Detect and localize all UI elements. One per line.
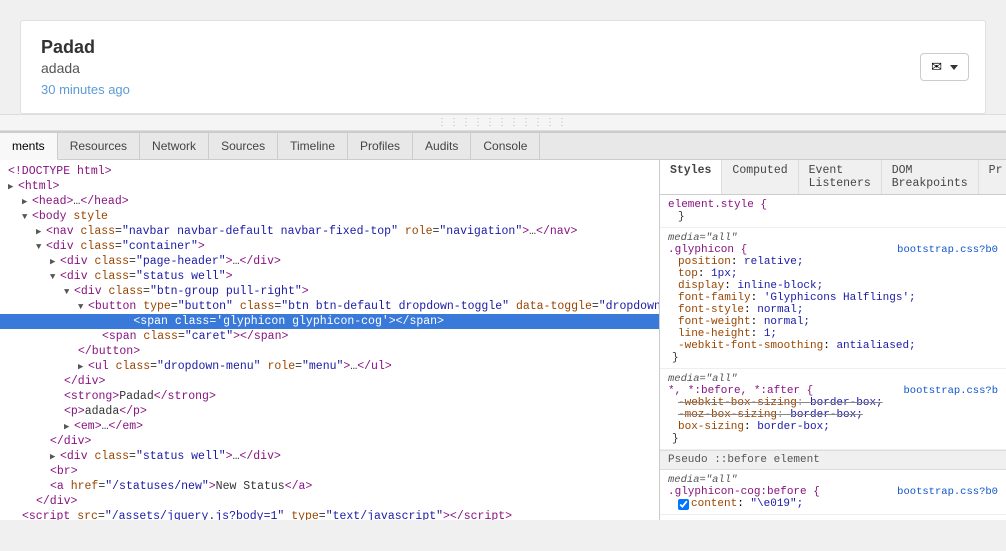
envelope-icon: ✉ bbox=[931, 59, 942, 75]
dom-line: ▼<div class="status well"> bbox=[0, 269, 659, 284]
tab-timeline[interactable]: Timeline bbox=[278, 133, 348, 159]
styles-source-pseudo[interactable]: bootstrap.css?b0 bbox=[897, 486, 998, 498]
styles-prop-webkit-box: -webkit-box-sizing: border-box; bbox=[678, 397, 883, 409]
styles-source-star[interactable]: bootstrap.css?b bbox=[903, 385, 998, 397]
tab-console[interactable]: Console bbox=[471, 133, 540, 159]
dom-line: <strong>Padad</strong> bbox=[0, 389, 659, 404]
dom-line: ▶<em>…</em> bbox=[0, 419, 659, 434]
devtools-tab-bar: ments Resources Network Sources Timeline… bbox=[0, 133, 1006, 160]
dom-line: <span class="caret"></span> bbox=[0, 329, 659, 344]
dom-line: ▼<button type="button" class="btn btn-de… bbox=[0, 299, 659, 314]
dom-line: ▶<head>…</head> bbox=[0, 194, 659, 209]
dom-line: ▶<ul class="dropdown-menu" role="menu">…… bbox=[0, 359, 659, 374]
styles-section-pseudo: media="all" .glyphicon-cog:before { boot… bbox=[660, 470, 1006, 515]
styles-tab-dom-breakpoints[interactable]: DOM Breakpoints bbox=[882, 160, 979, 194]
styles-tab-bar: Styles Computed Event Listeners DOM Brea… bbox=[660, 160, 1006, 195]
dom-line: <a href="/statuses/new">New Status</a> bbox=[0, 479, 659, 494]
dom-line: <p>adada</p> bbox=[0, 404, 659, 419]
styles-selector-pseudo: .glyphicon-cog:before { bbox=[668, 486, 820, 498]
caret-icon bbox=[950, 65, 958, 70]
profile-action-button[interactable]: ✉ bbox=[920, 53, 969, 81]
dom-line-selected[interactable]: <span class='glyphicon glyphicon-cog'></… bbox=[0, 314, 659, 329]
tab-audits[interactable]: Audits bbox=[413, 133, 471, 159]
dom-line: </div> bbox=[0, 374, 659, 389]
dom-line: <script src="/assets/jquery.js?body=1" t… bbox=[0, 509, 659, 520]
styles-section-box-sizing: media="all" *, *:before, *:after { boots… bbox=[660, 369, 1006, 450]
styles-source[interactable]: bootstrap.css?b0 bbox=[897, 244, 998, 256]
styles-tab-computed[interactable]: Computed bbox=[722, 160, 798, 194]
styles-prop-moz-box: -moz-box-sizing: border-box; bbox=[678, 409, 863, 421]
dom-line: <!DOCTYPE html> bbox=[0, 164, 659, 179]
styles-selector: element.style { bbox=[668, 199, 767, 211]
dom-line: ▶<nav class="navbar navbar-default navba… bbox=[0, 224, 659, 239]
dom-panel[interactable]: <!DOCTYPE html> ▶<html> ▶<head>…</head> … bbox=[0, 160, 660, 520]
media-label: media="all" bbox=[668, 373, 998, 385]
dom-line: ▼<div class="container"> bbox=[0, 239, 659, 254]
profile-sub: adada bbox=[41, 60, 925, 76]
dom-line: ▼<div class="btn-group pull-right"> bbox=[0, 284, 659, 299]
dom-line: ▼<body style bbox=[0, 209, 659, 224]
profile-card: Padad adada 30 minutes ago ✉ bbox=[20, 20, 986, 114]
content-checkbox[interactable] bbox=[678, 499, 689, 510]
dom-line: <br> bbox=[0, 464, 659, 479]
dom-line: </div> bbox=[0, 494, 659, 509]
dom-line: </button> bbox=[0, 344, 659, 359]
devtools-body: <!DOCTYPE html> ▶<html> ▶<head>…</head> … bbox=[0, 160, 1006, 520]
dom-line: </div> bbox=[0, 434, 659, 449]
tab-profiles[interactable]: Profiles bbox=[348, 133, 413, 159]
tab-elements[interactable]: ments bbox=[0, 133, 58, 160]
styles-tab-pr[interactable]: Pr bbox=[979, 160, 1006, 194]
styles-panel[interactable]: Styles Computed Event Listeners DOM Brea… bbox=[660, 160, 1006, 520]
tab-resources[interactable]: Resources bbox=[58, 133, 140, 159]
styles-selector-star: *, *:before, *:after { bbox=[668, 385, 813, 397]
profile-time: 30 minutes ago bbox=[41, 82, 925, 97]
styles-section-element: element.style { } bbox=[660, 195, 1006, 228]
styles-section-glyphicon: media="all" .glyphicon { bootstrap.css?b… bbox=[660, 228, 1006, 369]
devtools-panel: ments Resources Network Sources Timeline… bbox=[0, 131, 1006, 520]
media-label-pseudo: media="all" bbox=[668, 474, 998, 486]
dom-line: ▶<div class="status well">…</div> bbox=[0, 449, 659, 464]
dom-line: ▶<div class="page-header">…</div> bbox=[0, 254, 659, 269]
media-label: media="all" bbox=[668, 232, 998, 244]
tab-sources[interactable]: Sources bbox=[209, 133, 278, 159]
profile-name: Padad bbox=[41, 37, 925, 58]
pseudo-heading: Pseudo ::before element bbox=[660, 450, 1006, 470]
styles-tab-styles[interactable]: Styles bbox=[660, 160, 722, 194]
styles-tab-event-listeners[interactable]: Event Listeners bbox=[799, 160, 882, 194]
tab-network[interactable]: Network bbox=[140, 133, 209, 159]
drag-handle[interactable]: ⋮⋮⋮⋮⋮⋮⋮⋮⋮⋮⋮ bbox=[0, 114, 1006, 131]
dom-line: ▶<html> bbox=[0, 179, 659, 194]
styles-selector-glyphicon: .glyphicon { bbox=[668, 244, 747, 256]
